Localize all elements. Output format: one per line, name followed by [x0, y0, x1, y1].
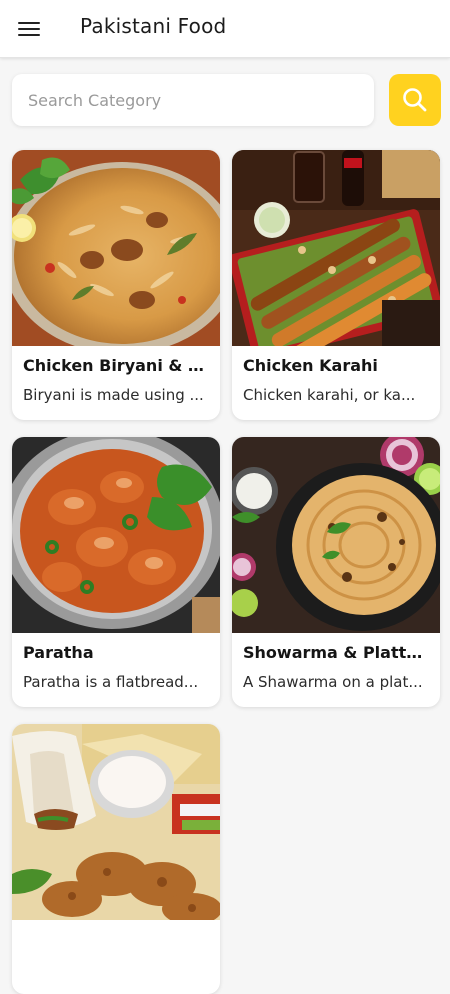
- category-card[interactable]: Showarma & Platters A Shawarma on a plat…: [232, 437, 440, 707]
- card-title: Paratha: [23, 643, 94, 662]
- category-card[interactable]: [12, 724, 220, 994]
- app-bar: Pakistani Food: [0, 0, 450, 58]
- card-title: Chicken Biryani & Pul...: [23, 356, 213, 375]
- page-title: Pakistani Food: [80, 14, 227, 38]
- karahi-image: [232, 150, 440, 346]
- paratha-image: [12, 437, 220, 633]
- hamburger-menu-icon[interactable]: [18, 17, 44, 41]
- platter-image: [12, 724, 220, 920]
- search-box: [12, 74, 374, 126]
- biryani-image: [12, 150, 220, 346]
- card-description: A Shawarma on a plat...: [243, 673, 423, 691]
- search-icon: [403, 88, 427, 112]
- card-title: Chicken Karahi: [243, 356, 378, 375]
- search-button[interactable]: [389, 74, 441, 126]
- card-description: Chicken karahi, or ka...: [243, 386, 416, 404]
- category-card[interactable]: Paratha Paratha is a flatbread...: [12, 437, 220, 707]
- search-input[interactable]: [12, 74, 374, 126]
- category-card[interactable]: Chicken Karahi Chicken karahi, or ka...: [232, 150, 440, 420]
- card-title: Showarma & Platters: [243, 643, 433, 662]
- card-description: Biryani is made using ...: [23, 386, 204, 404]
- category-card[interactable]: Chicken Biryani & Pul... Biryani is made…: [12, 150, 220, 420]
- card-description: Paratha is a flatbread...: [23, 673, 199, 691]
- shawarma-image: [232, 437, 440, 633]
